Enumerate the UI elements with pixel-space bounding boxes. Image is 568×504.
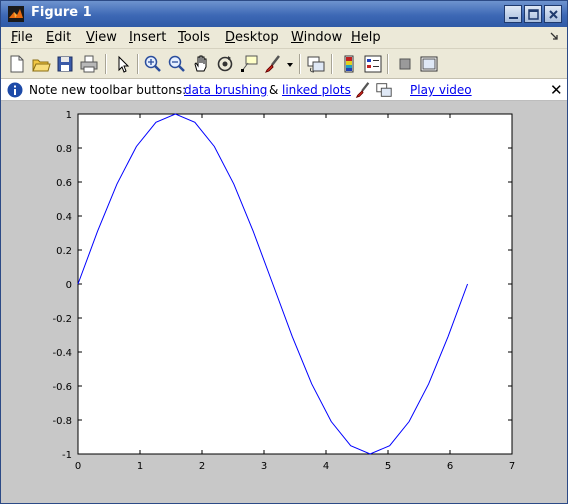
menu-view[interactable]: View <box>86 30 117 45</box>
title-bar[interactable]: Figure 1 <box>1 1 567 27</box>
y-tick-label: -0.2 <box>52 314 72 325</box>
info-bar: Note new toolbar buttons: data brushing … <box>1 79 567 101</box>
toolbar-separator <box>137 54 139 74</box>
close-icon <box>549 10 558 19</box>
toolbar-separator <box>299 54 301 74</box>
matlab-logo-icon <box>8 6 24 22</box>
y-tick-label: 0.4 <box>56 212 72 223</box>
rotate-3d-icon[interactable] <box>215 54 235 74</box>
zoom-out-icon[interactable] <box>167 54 187 74</box>
info-bar-close-button[interactable]: ✕ <box>550 81 563 99</box>
toolbar-separator <box>105 54 107 74</box>
brush-icon[interactable] <box>263 54 283 74</box>
x-tick-label: 1 <box>137 461 143 472</box>
close-button[interactable] <box>544 5 562 23</box>
figure-canvas[interactable]: 0 1 2 3 4 5 6 7 -1 -0.8 -0.6 -0.4 -0.2 0 0.2 0.4 0.6 0.8 1 <box>1 102 567 503</box>
y-tick-label: 1 <box>66 110 72 121</box>
maximize-button[interactable] <box>524 5 542 23</box>
menu-insert[interactable]: Insert <box>129 30 166 45</box>
colorbar-icon[interactable] <box>339 54 359 74</box>
menu-edit[interactable]: Edit <box>46 30 71 45</box>
figure-toolbar <box>1 49 567 79</box>
ampersand-text: & <box>269 83 279 97</box>
y-tick-label: -0.8 <box>52 416 72 427</box>
info-icon <box>7 82 23 98</box>
info-note-text: Note new toolbar buttons: <box>29 83 187 97</box>
x-tick-label: 5 <box>385 461 391 472</box>
menu-tools[interactable]: Tools <box>178 30 210 45</box>
x-tick-label: 7 <box>509 461 515 472</box>
hide-plot-tools-icon[interactable] <box>395 54 415 74</box>
play-video-link[interactable]: Play video <box>410 83 472 97</box>
x-tick-label: 2 <box>199 461 205 472</box>
menu-dock-arrow-icon[interactable] <box>549 31 559 43</box>
save-icon[interactable] <box>55 54 75 74</box>
y-tick-label: -1 <box>62 450 72 461</box>
show-plot-tools-icon[interactable] <box>419 54 439 74</box>
menu-window[interactable]: Window <box>291 30 342 45</box>
brush-icon <box>355 82 370 98</box>
axes-box[interactable] <box>77 113 513 455</box>
legend-icon[interactable] <box>363 54 383 74</box>
edit-plot-arrow-icon[interactable] <box>113 54 133 74</box>
plot-svg: 0 1 2 3 4 5 6 7 -1 -0.8 -0.6 -0.4 -0.2 0 0.2 0.4 0.6 0.8 1 <box>52 110 515 472</box>
y-tick-label: -0.6 <box>52 382 72 393</box>
y-tick-label: 0 <box>66 280 72 291</box>
link-plot-icon <box>376 83 392 97</box>
menu-file[interactable]: File <box>11 30 33 45</box>
x-tick-label: 6 <box>447 461 453 472</box>
y-tick-label: 0.6 <box>56 178 72 189</box>
y-tick-label: 0.8 <box>56 144 72 155</box>
x-tick-label: 3 <box>261 461 267 472</box>
y-tick-label: 0.2 <box>56 246 72 257</box>
menu-help[interactable]: Help <box>351 30 381 45</box>
toolbar-separator <box>331 54 333 74</box>
open-file-icon[interactable] <box>31 54 51 74</box>
minimize-button[interactable] <box>504 5 522 23</box>
menu-desktop[interactable]: Desktop <box>225 30 279 45</box>
data-brushing-link[interactable]: data brushing <box>184 83 267 97</box>
x-tick-label: 0 <box>75 461 81 472</box>
brush-dropdown-icon[interactable] <box>285 54 295 74</box>
new-figure-icon[interactable] <box>7 54 27 74</box>
zoom-in-icon[interactable] <box>143 54 163 74</box>
toolbar-separator <box>387 54 389 74</box>
data-cursor-icon[interactable] <box>239 54 259 74</box>
maximize-icon <box>528 9 539 20</box>
link-plot-icon[interactable] <box>306 54 326 74</box>
print-icon[interactable] <box>79 54 99 74</box>
x-tick-label: 4 <box>323 461 329 472</box>
window-title: Figure 1 <box>31 5 92 20</box>
pan-hand-icon[interactable] <box>191 54 211 74</box>
figure-window: Figure 1 File Edit View Insert Tools Des… <box>0 0 568 504</box>
linked-plots-link[interactable]: linked plots <box>282 83 351 97</box>
minimize-icon <box>509 17 518 19</box>
y-tick-label: -0.4 <box>52 348 72 359</box>
menu-bar: File Edit View Insert Tools Desktop Wind… <box>1 27 567 49</box>
